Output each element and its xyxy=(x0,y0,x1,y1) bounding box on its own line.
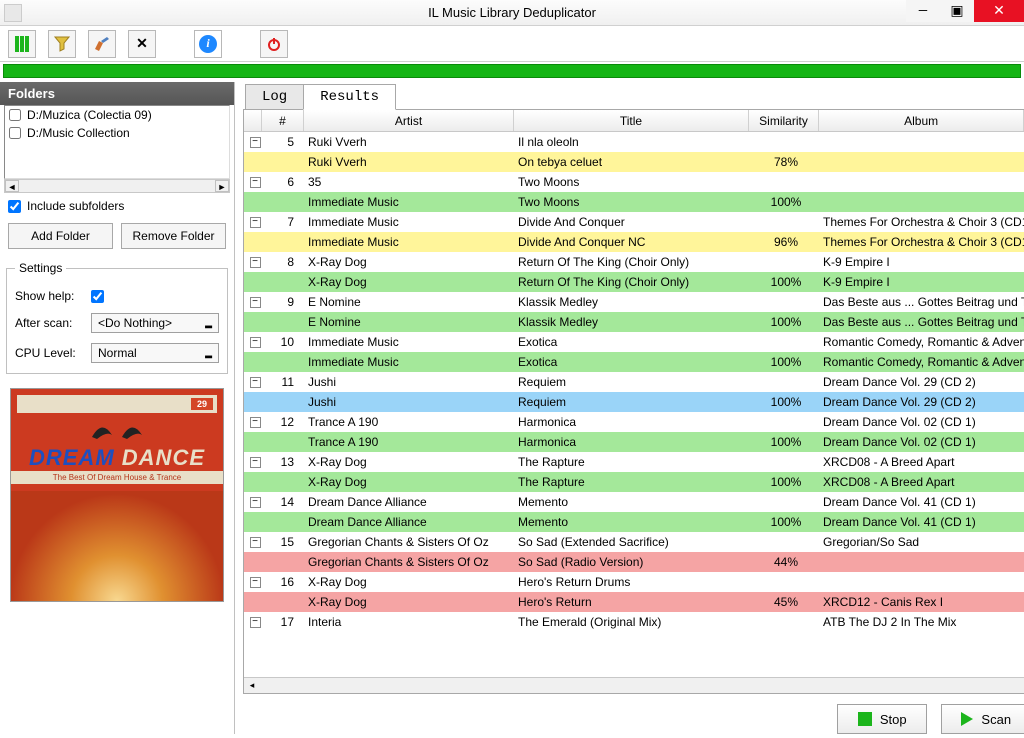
scan-button[interactable]: Scan xyxy=(941,704,1024,734)
col-title[interactable]: Title xyxy=(514,110,749,131)
info-icon[interactable]: i xyxy=(194,30,222,58)
table-row[interactable]: −10Immediate MusicExoticaRomantic Comedy… xyxy=(244,332,1024,352)
collapse-icon[interactable]: − xyxy=(250,217,261,228)
col-similarity[interactable]: Similarity xyxy=(749,110,819,131)
progress-bar xyxy=(3,64,1021,78)
collapse-icon[interactable]: − xyxy=(250,337,261,348)
table-row[interactable]: −12Trance A 190HarmonicaDream Dance Vol.… xyxy=(244,412,1024,432)
collapse-icon[interactable]: − xyxy=(250,617,261,628)
collapse-icon[interactable]: − xyxy=(250,457,261,468)
table-row[interactable]: Ruki VverhOn tebya celuet78% xyxy=(244,152,1024,172)
table-row[interactable]: −9E NomineKlassik MedleyDas Beste aus ..… xyxy=(244,292,1024,312)
col-number[interactable]: # xyxy=(262,110,304,131)
add-folder-button[interactable]: Add Folder xyxy=(8,223,113,249)
window-title: IL Music Library Deduplicator xyxy=(428,5,596,20)
col-album[interactable]: Album xyxy=(819,110,1024,131)
filter-icon[interactable] xyxy=(48,30,76,58)
collapse-icon[interactable]: − xyxy=(250,177,261,188)
table-row[interactable]: −5Ruki VverhIl nla oleoln xyxy=(244,132,1024,152)
play-icon xyxy=(961,712,973,726)
table-row[interactable]: Dream Dance AllianceMemento100%Dream Dan… xyxy=(244,512,1024,532)
table-row[interactable]: −7Immediate MusicDivide And ConquerTheme… xyxy=(244,212,1024,232)
maximize-button[interactable]: ▣ xyxy=(940,0,974,22)
table-row[interactable]: JushiRequiem100%Dream Dance Vol. 29 (CD … xyxy=(244,392,1024,412)
table-row[interactable]: −635Two Moons xyxy=(244,172,1024,192)
table-row[interactable]: Immediate MusicTwo Moons100% xyxy=(244,192,1024,212)
table-row[interactable]: −16X-Ray DogHero's Return Drums xyxy=(244,572,1024,592)
table-row[interactable]: E NomineKlassik Medley100%Das Beste aus … xyxy=(244,312,1024,332)
folder-checkbox[interactable] xyxy=(9,109,21,121)
after-scan-select[interactable]: <Do Nothing>▂ xyxy=(91,313,219,333)
table-row[interactable]: X-Ray DogHero's Return45%XRCD12 - Canis … xyxy=(244,592,1024,612)
collapse-icon[interactable]: − xyxy=(250,257,261,268)
folder-path: D:/Muzica (Colectia 09) xyxy=(27,108,152,122)
remove-folder-button[interactable]: Remove Folder xyxy=(121,223,226,249)
tab-log[interactable]: Log xyxy=(245,84,304,110)
toolbar: ✕ i xyxy=(0,26,1024,62)
app-icon xyxy=(4,4,22,22)
window-buttons: — ▣ ✕ xyxy=(906,0,1024,22)
folders-hscroll[interactable]: ◄► xyxy=(4,179,230,193)
collapse-icon[interactable]: − xyxy=(250,497,261,508)
grid-body[interactable]: −5Ruki VverhIl nla oleolnRuki VverhOn te… xyxy=(244,132,1024,677)
columns-icon[interactable] xyxy=(8,30,36,58)
folder-path: D:/Music Collection xyxy=(27,126,130,140)
album-subtitle: The Best Of Dream House & Trance xyxy=(11,471,223,484)
table-row[interactable]: −14Dream Dance AllianceMementoDream Danc… xyxy=(244,492,1024,512)
close-button[interactable]: ✕ xyxy=(974,0,1024,22)
cpu-level-label: CPU Level: xyxy=(15,346,83,360)
collapse-icon[interactable]: − xyxy=(250,577,261,588)
tab-results[interactable]: Results xyxy=(303,84,396,110)
stop-icon xyxy=(858,712,872,726)
settings-legend: Settings xyxy=(15,261,66,275)
table-row[interactable]: −11JushiRequiemDream Dance Vol. 29 (CD 2… xyxy=(244,372,1024,392)
table-row[interactable]: −8X-Ray DogReturn Of The King (Choir Onl… xyxy=(244,252,1024,272)
results-grid: # Artist Title Similarity Album ▴ −5Ruki… xyxy=(243,109,1024,694)
folders-list[interactable]: D:/Muzica (Colectia 09) D:/Music Collect… xyxy=(4,105,230,179)
show-help-label: Show help: xyxy=(15,289,83,303)
brush-icon[interactable] xyxy=(88,30,116,58)
col-expand[interactable] xyxy=(244,110,262,131)
table-row[interactable]: Trance A 190Harmonica100%Dream Dance Vol… xyxy=(244,432,1024,452)
power-icon[interactable] xyxy=(260,30,288,58)
table-row[interactable]: X-Ray DogReturn Of The King (Choir Only)… xyxy=(244,272,1024,292)
grid-hscroll[interactable]: ◂▸ xyxy=(244,677,1024,693)
table-row[interactable]: Immediate MusicDivide And Conquer NC96%T… xyxy=(244,232,1024,252)
table-row[interactable]: −17InteriaThe Emerald (Original Mix)ATB … xyxy=(244,612,1024,632)
table-row[interactable]: −13X-Ray DogThe RaptureXRCD08 - A Breed … xyxy=(244,452,1024,472)
collapse-icon[interactable]: − xyxy=(250,137,261,148)
include-subfolders-checkbox[interactable] xyxy=(8,200,21,213)
album-badge: 29 xyxy=(191,398,213,410)
album-art: 29 DREAM DANCE The Best Of Dream House &… xyxy=(10,388,224,602)
collapse-icon[interactable]: − xyxy=(250,417,261,428)
include-subfolders-label: Include subfolders xyxy=(27,199,124,213)
folder-item[interactable]: D:/Muzica (Colectia 09) xyxy=(5,106,229,124)
minimize-button[interactable]: — xyxy=(906,0,940,22)
table-row[interactable]: Gregorian Chants & Sisters Of OzSo Sad (… xyxy=(244,552,1024,572)
settings-fieldset: Settings Show help: After scan: <Do Noth… xyxy=(6,261,228,374)
include-subfolders: Include subfolders xyxy=(8,199,226,213)
table-row[interactable]: Immediate MusicExotica100%Romantic Comed… xyxy=(244,352,1024,372)
after-scan-label: After scan: xyxy=(15,316,83,330)
grid-header: # Artist Title Similarity Album ▴ xyxy=(244,110,1024,132)
titlebar: IL Music Library Deduplicator — ▣ ✕ xyxy=(0,0,1024,26)
show-help-checkbox[interactable] xyxy=(91,290,104,303)
collapse-icon[interactable]: − xyxy=(250,537,261,548)
collapse-icon[interactable]: − xyxy=(250,377,261,388)
table-row[interactable]: X-Ray DogThe Rapture100%XRCD08 - A Breed… xyxy=(244,472,1024,492)
cpu-level-select[interactable]: Normal▂ xyxy=(91,343,219,363)
col-artist[interactable]: Artist xyxy=(304,110,514,131)
table-row[interactable]: −15Gregorian Chants & Sisters Of OzSo Sa… xyxy=(244,532,1024,552)
folder-item[interactable]: D:/Music Collection xyxy=(5,124,229,142)
stop-button[interactable]: Stop xyxy=(837,704,927,734)
folders-header: Folders xyxy=(0,82,234,105)
collapse-icon[interactable]: − xyxy=(250,297,261,308)
shuffle-icon[interactable]: ✕ xyxy=(128,30,156,58)
folder-checkbox[interactable] xyxy=(9,127,21,139)
